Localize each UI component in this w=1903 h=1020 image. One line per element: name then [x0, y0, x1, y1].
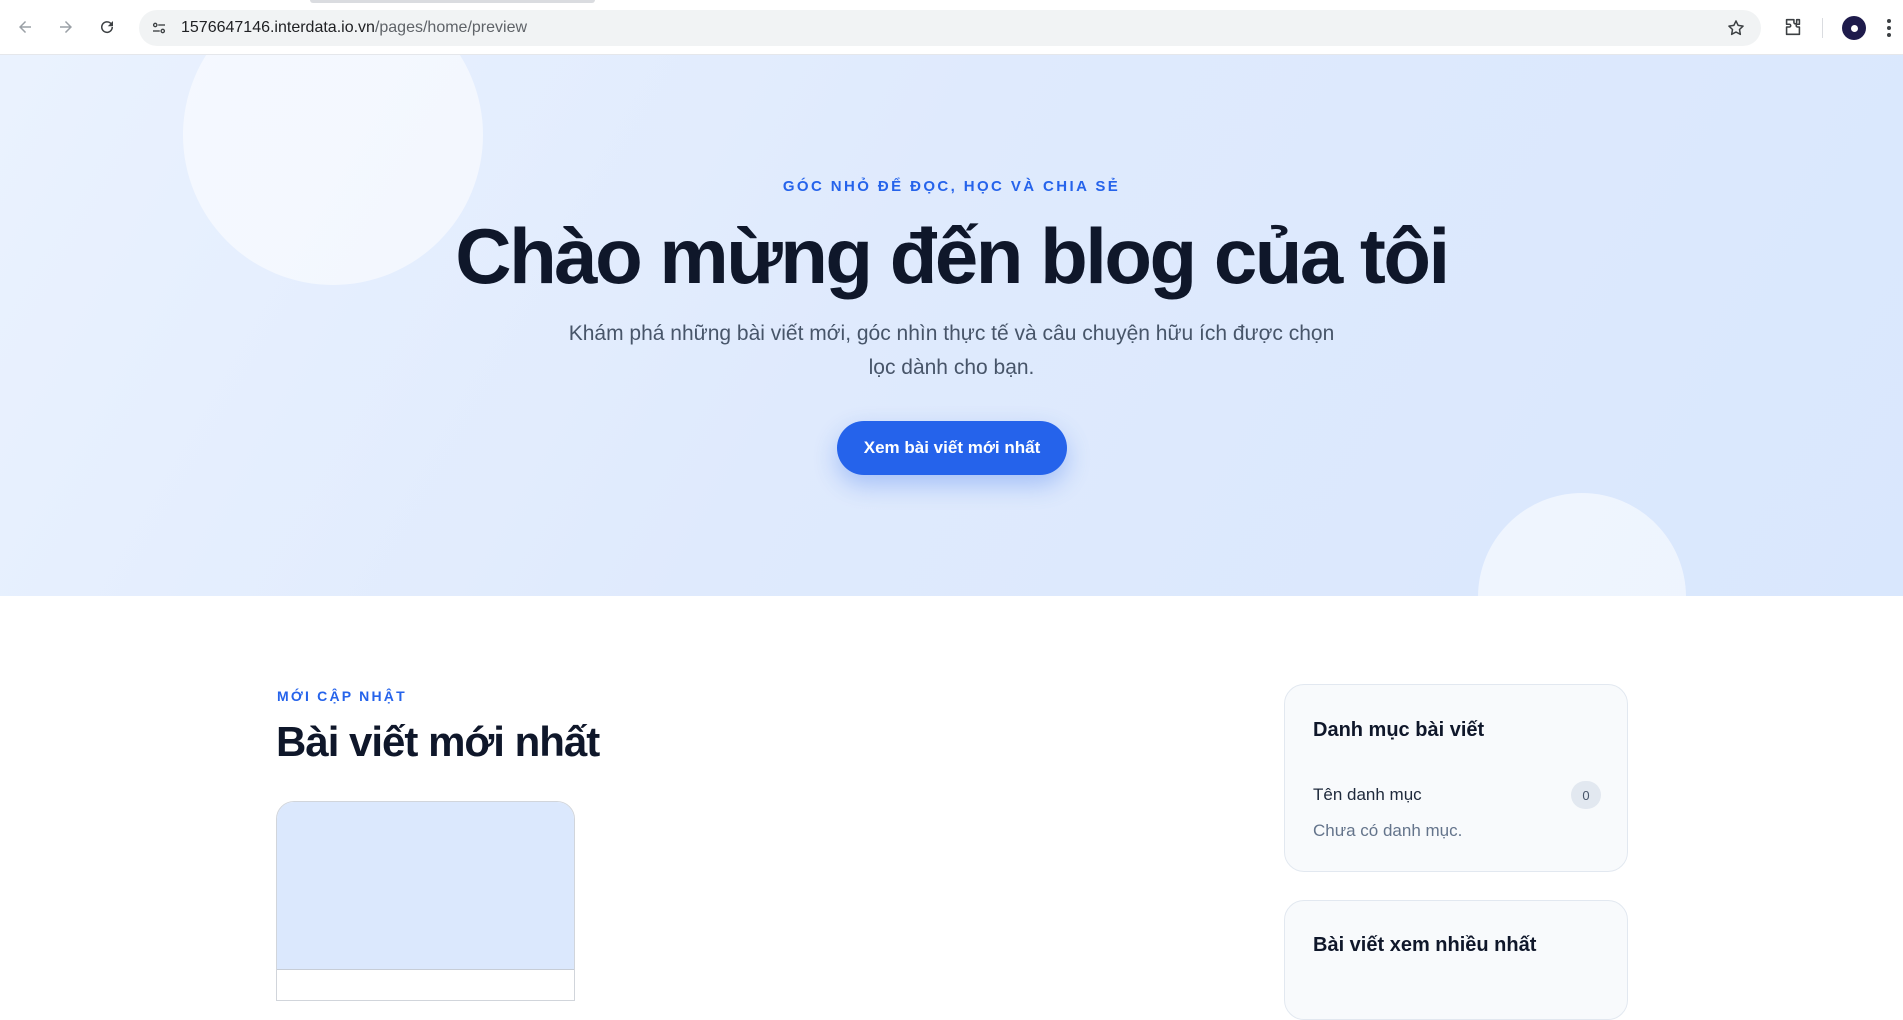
post-card[interactable] [276, 801, 575, 1001]
latest-eyebrow: MỚI CẬP NHẬT [277, 688, 407, 704]
bookmark-star-icon[interactable] [1725, 17, 1747, 39]
toolbar-separator [1822, 18, 1823, 38]
reload-icon [101, 21, 114, 34]
url-path: /pages/home/preview [374, 19, 528, 36]
latest-section-title: Bài viết mới nhất [276, 718, 600, 765]
hero-subtitle-line-2: lọc dành cho bạn. [868, 356, 1035, 379]
profile-avatar-icon[interactable] [1842, 16, 1866, 40]
category-item[interactable]: Tên danh mục 0 [1313, 781, 1601, 809]
hero-subtitle: Khám phá những bài viết mới, góc nhìn th… [551, 317, 1352, 385]
hero-subtitle-line-1: Khám phá những bài viết mới, góc nhìn th… [568, 322, 1335, 345]
categories-widget: Danh mục bài viết Tên danh mục 0 Chưa có… [1284, 684, 1628, 872]
active-tab-indicator [310, 0, 595, 3]
hero-title: Chào mừng đến blog của tôi [455, 212, 1450, 300]
address-bar[interactable]: 1576647146.interdata.io.vn/pages/home/pr… [139, 10, 1761, 46]
categories-empty-text: Chưa có danh mục. [1313, 821, 1463, 840]
back-arrow-icon [19, 21, 31, 33]
hero-section: GÓC NHỎ ĐỂ ĐỌC, HỌC VÀ CHIA SẺ Chào mừng… [0, 55, 1903, 596]
post-thumbnail[interactable] [277, 802, 574, 970]
popular-posts-title: Bài viết xem nhiều nhất [1313, 934, 1537, 956]
decorative-circle [1478, 493, 1686, 596]
forward-arrow-icon [60, 21, 72, 33]
popular-posts-widget: Bài viết xem nhiều nhất [1284, 900, 1628, 1020]
forward-button[interactable] [51, 12, 81, 42]
site-settings-icon[interactable] [147, 16, 171, 40]
extensions-icon[interactable] [1780, 14, 1806, 40]
hero-eyebrow: GÓC NHỎ ĐỂ ĐỌC, HỌC VÀ CHIA SẺ [782, 178, 1121, 195]
url-text: 1576647146.interdata.io.vn/pages/home/pr… [181, 19, 527, 37]
category-count-badge: 0 [1571, 781, 1601, 809]
url-host: 1576647146.interdata.io.vn [181, 19, 375, 36]
category-name: Tên danh mục [1313, 785, 1422, 804]
categories-title: Danh mục bài viết [1313, 719, 1485, 741]
more-menu-icon[interactable] [1886, 18, 1892, 38]
back-button[interactable] [10, 12, 40, 42]
browser-toolbar: 1576647146.interdata.io.vn/pages/home/pr… [0, 0, 1903, 55]
reload-button[interactable] [92, 12, 122, 42]
view-latest-posts-button[interactable]: Xem bài viết mới nhất [837, 421, 1067, 475]
